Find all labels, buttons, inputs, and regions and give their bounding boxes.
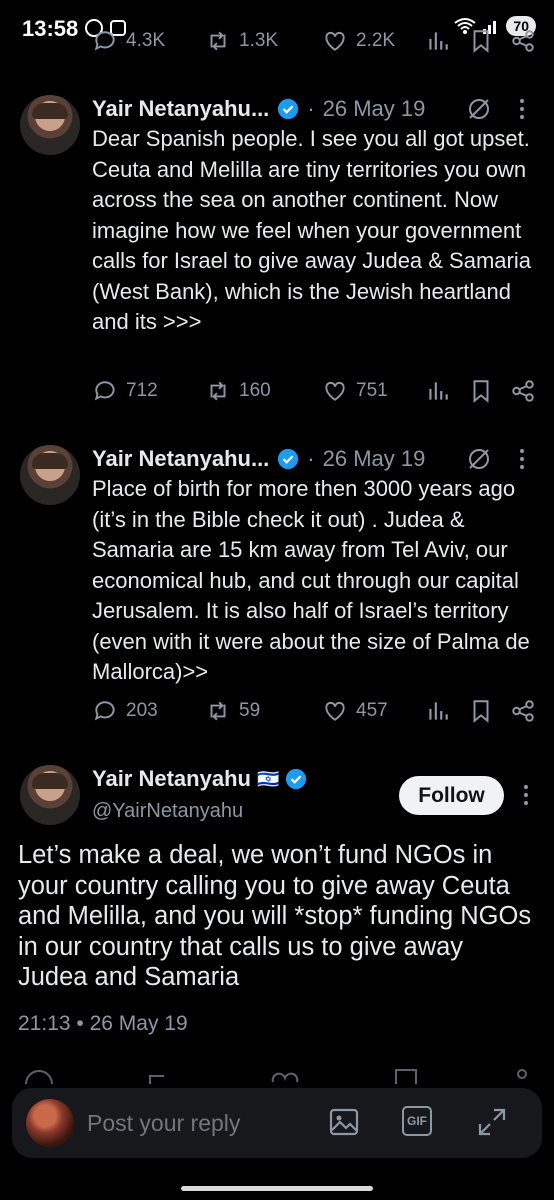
main-tweet-timestamp: 21:13 • 26 May 19: [18, 1012, 188, 1035]
views-icon: [429, 32, 448, 50]
tweet-2-actions: 203 59 457: [0, 698, 554, 738]
verified-badge-icon: [278, 98, 299, 120]
repost-count: 160: [239, 380, 271, 401]
share-icon: [512, 30, 534, 52]
like-button[interactable]: 751: [322, 378, 388, 404]
bookmark-icon: [473, 380, 489, 403]
user-avatar: [26, 1099, 74, 1147]
like-count: 457: [356, 700, 388, 721]
like-button[interactable]: 2.2K: [322, 28, 395, 54]
tweet-date[interactable]: 26 May 19: [323, 446, 426, 472]
like-count: 2.2K: [356, 30, 396, 51]
share-icon: [512, 700, 534, 722]
tweet-header: Yair Netanyahu... · 26 May 19: [92, 446, 425, 472]
share-button[interactable]: [510, 378, 536, 404]
reply-icon: [94, 381, 115, 401]
gif-icon[interactable]: GIF: [402, 1106, 432, 1136]
more-options-icon[interactable]: [512, 96, 532, 122]
like-button[interactable]: 457: [322, 698, 388, 724]
repost-button[interactable]: 59: [205, 698, 260, 724]
repost-icon: [210, 701, 226, 721]
more-options-icon[interactable]: [512, 446, 532, 472]
reply-button[interactable]: 712: [92, 378, 158, 404]
bookmark-icon: [473, 30, 489, 53]
main-avatar[interactable]: [20, 765, 80, 825]
verified-badge-icon: [278, 448, 299, 470]
tweet-1-actions: 712 160 751: [0, 378, 554, 418]
share-button[interactable]: [510, 28, 536, 54]
tweet-text: Place of birth for more then 3000 years …: [92, 476, 530, 684]
heart-icon: [325, 381, 345, 401]
avatar[interactable]: [20, 95, 80, 155]
views-button[interactable]: [425, 378, 451, 404]
previous-tweet-actions: 4.3K 1.3K 2.2K: [0, 28, 554, 68]
tweet-date[interactable]: 26 May 19: [323, 96, 426, 122]
main-tweet-header: Yair Netanyahu 🇮🇱: [92, 766, 307, 792]
views-icon: [429, 382, 448, 400]
share-icon[interactable]: [508, 1066, 532, 1084]
share-icon: [512, 380, 534, 402]
main-tweet-actions-partial: [0, 1064, 554, 1084]
reply-icon: [94, 701, 115, 721]
repost-count: 1.3K: [239, 30, 279, 51]
views-button[interactable]: [425, 28, 451, 54]
reply-composer[interactable]: Post your reply GIF: [12, 1088, 542, 1158]
repost-icon: [210, 381, 226, 401]
reply-button[interactable]: 203: [92, 698, 158, 724]
bookmark-button[interactable]: [468, 28, 494, 54]
heart-icon: [325, 701, 345, 721]
tweet-text: Dear Spanish people. I see you all got u…: [92, 126, 531, 334]
home-indicator[interactable]: [181, 1186, 373, 1191]
more-options-icon[interactable]: [516, 782, 536, 808]
repost-count: 59: [239, 700, 261, 721]
image-icon[interactable]: [328, 1106, 360, 1138]
repost-button[interactable]: 1.3K: [205, 28, 278, 54]
reply-icon[interactable]: [24, 1068, 54, 1084]
dot-separator: ·: [307, 446, 315, 471]
repost-icon[interactable]: [146, 1070, 176, 1084]
reply-input[interactable]: Post your reply: [87, 1110, 240, 1137]
grok-icon[interactable]: [466, 446, 492, 472]
verified-badge-icon: [286, 768, 307, 790]
expand-icon[interactable]: [476, 1106, 508, 1138]
author-name[interactable]: Yair Netanyahu...: [92, 96, 269, 122]
tweet-header: Yair Netanyahu... · 26 May 19: [92, 96, 425, 122]
main-handle[interactable]: @YairNetanyahu: [92, 800, 243, 823]
like-count: 751: [356, 380, 388, 401]
bookmark-icon[interactable]: [394, 1068, 418, 1084]
follow-button[interactable]: Follow: [399, 776, 504, 815]
bookmark-button[interactable]: [468, 698, 494, 724]
views-icon: [429, 702, 448, 720]
main-tweet-text: Let’s make a deal, we won’t fund NGOs in…: [18, 841, 532, 991]
avatar[interactable]: [20, 445, 80, 505]
views-button[interactable]: [425, 698, 451, 724]
main-author-name[interactable]: Yair Netanyahu: [92, 766, 251, 792]
reply-count: 712: [126, 380, 158, 401]
reply-icon: [94, 31, 115, 51]
reply-count: 4.3K: [126, 30, 166, 51]
author-name[interactable]: Yair Netanyahu...: [92, 446, 269, 472]
israel-flag-icon: 🇮🇱: [256, 768, 280, 789]
bookmark-button[interactable]: [468, 378, 494, 404]
heart-icon: [325, 31, 345, 51]
bookmark-icon: [473, 700, 489, 723]
heart-icon[interactable]: [270, 1068, 300, 1084]
reply-button[interactable]: 4.3K: [92, 28, 165, 54]
grok-icon[interactable]: [466, 96, 492, 122]
repost-button[interactable]: 160: [205, 378, 271, 404]
reply-count: 203: [126, 700, 158, 721]
repost-icon: [210, 31, 226, 51]
dot-separator: ·: [307, 96, 315, 121]
share-button[interactable]: [510, 698, 536, 724]
